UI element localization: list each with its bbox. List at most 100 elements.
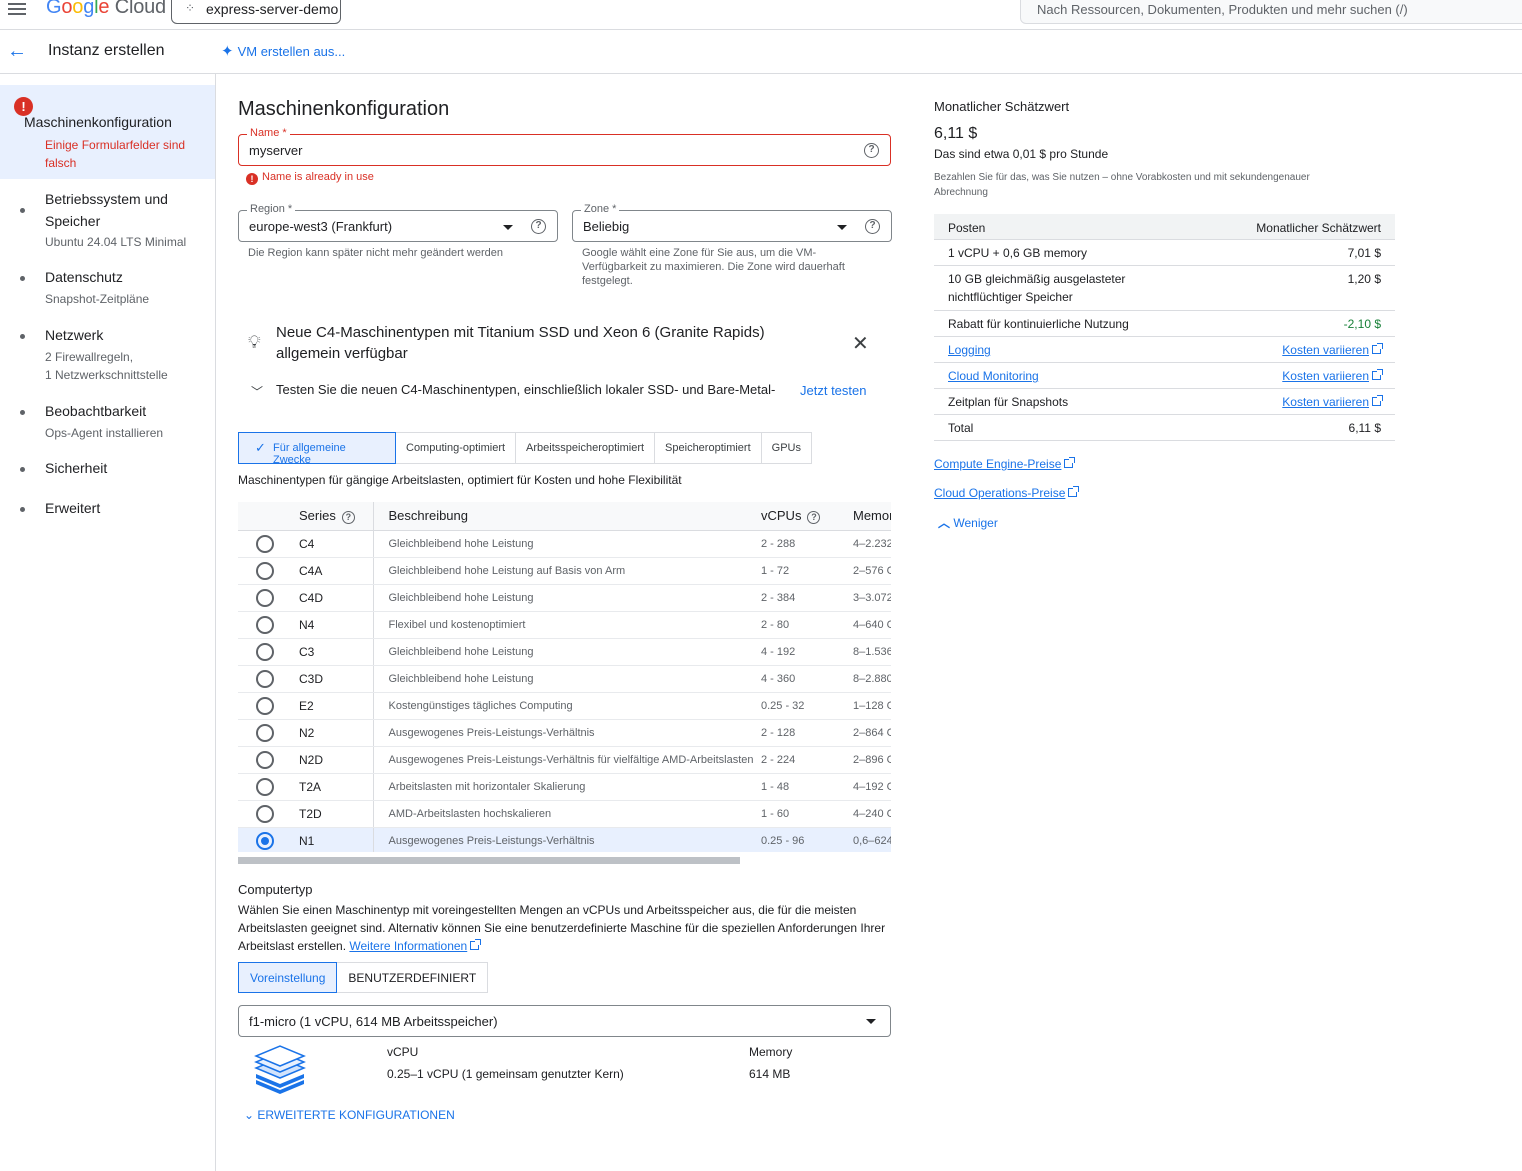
tab-general-purpose[interactable]: ✓ Für allgemeine Zwecke <box>238 432 396 466</box>
help-icon[interactable]: ? <box>341 510 355 524</box>
estimate-row: 1 vCPU + 0,6 GB memory 7,01 $ <box>934 240 1395 266</box>
custom-button[interactable]: BENUTZERDEFINIERT <box>337 962 489 993</box>
table-row[interactable]: C3D Gleichbleibend hohe Leistung 4 - 360 8–… <box>238 665 891 693</box>
zone-value: Beliebig <box>583 219 630 234</box>
radio-cell[interactable] <box>238 692 288 720</box>
chevron-down-icon: ⌄ <box>244 1108 258 1122</box>
table-row[interactable]: N2D Ausgewogenes Preis-Leistungs-Verhältn… <box>238 746 891 774</box>
table-row[interactable]: N1 Ausgewogenes Preis-Leistungs-Verhältni… <box>238 827 891 852</box>
costs-vary-link[interactable]: Kosten variieren <box>1282 367 1383 385</box>
help-icon[interactable]: ? <box>864 143 879 158</box>
table-row[interactable]: T2A Arbeitslasten mit horizontaler Skalie… <box>238 773 891 801</box>
series-cell: N4 <box>288 611 374 639</box>
memory-cell: 8–1.536 GB <box>853 638 891 666</box>
machine-type-select[interactable]: f1-micro (1 vCPU, 614 MB Arbeitsspeicher… <box>238 1005 891 1037</box>
tab-memory-optimized[interactable]: Arbeitsspeicheroptimiert <box>516 432 656 464</box>
memory-column-header: Memory <box>853 502 891 531</box>
series-radio[interactable] <box>256 534 274 553</box>
show-less-label: Weniger <box>953 516 998 530</box>
series-cell: N1 <box>288 827 374 852</box>
nav-item-machine-config[interactable]: ! Maschinenkonfiguration Einige Formular… <box>0 85 215 179</box>
radio-cell[interactable] <box>238 773 288 801</box>
back-arrow-icon[interactable]: ← <box>7 40 27 63</box>
nav-item-label: Betriebssystem und Speicher <box>45 191 168 229</box>
table-row[interactable]: C4 Gleichbleibend hohe Leistung 2 - 288 4–2… <box>238 530 891 558</box>
costs-vary-link[interactable]: Kosten variieren <box>1282 341 1383 359</box>
table-row[interactable]: C4D Gleichbleibend hohe Leistung 2 - 384 3–… <box>238 584 891 612</box>
nav-item-security[interactable]: Sicherheit <box>0 457 215 479</box>
radio-cell[interactable] <box>238 719 288 747</box>
series-radio[interactable] <box>256 642 274 661</box>
google-cloud-logo[interactable]: Google Cloud <box>46 0 166 19</box>
series-radio[interactable] <box>256 777 274 796</box>
description-cell: Gleichbleibend hohe Leistung <box>373 665 761 693</box>
computer-type-description: Wählen Sie einen Maschinentyp mit vorein… <box>238 901 893 955</box>
series-radio[interactable] <box>256 723 274 742</box>
nav-item-data-protection[interactable]: Datenschutz Snapshot-Zeitpläne <box>0 266 215 310</box>
tab-compute-optimized[interactable]: Computing-optimiert <box>396 432 517 464</box>
more-info-link[interactable]: Weitere Informationen <box>349 939 482 953</box>
zone-select[interactable]: Zone * Beliebig ? <box>572 203 892 242</box>
help-icon[interactable]: ? <box>531 219 546 234</box>
preset-button[interactable]: Voreinstellung <box>238 962 338 993</box>
show-less-button[interactable]: ︿ Weniger <box>938 514 998 531</box>
nav-item-network[interactable]: Netzwerk 2 Firewallregeln, 1 Netzwerksch… <box>0 324 215 384</box>
region-value: europe-west3 (Frankfurt) <box>249 219 393 234</box>
nav-item-advanced[interactable]: Erweitert <box>0 497 215 519</box>
sparkle-icon: ✦ <box>221 43 234 60</box>
search-input[interactable]: Nach Ressourcen, Dokumenten, Produkten u… <box>1020 0 1522 24</box>
nav-item-error-text: Einige Formularfelder sind falsch <box>45 138 186 170</box>
create-vm-from-button[interactable]: ✦ VM erstellen aus... <box>221 42 345 60</box>
series-radio[interactable] <box>256 696 274 715</box>
name-field[interactable]: Name * myserver ? <box>238 127 891 166</box>
radio-cell[interactable] <box>238 611 288 639</box>
external-link-icon <box>1068 486 1080 497</box>
series-radio[interactable] <box>256 669 274 688</box>
logging-link[interactable]: Logging <box>948 341 1188 359</box>
table-row[interactable]: N2 Ausgewogenes Preis-Leistungs-Verhältni… <box>238 719 891 747</box>
table-row[interactable]: C4A Gleichbleibend hohe Leistung auf Basi… <box>238 557 891 585</box>
costs-vary-link[interactable]: Kosten variieren <box>1282 393 1383 411</box>
vcpus-cell: 4 - 360 <box>761 665 853 693</box>
help-icon[interactable]: ? <box>865 219 880 234</box>
advanced-config-toggle[interactable]: ⌄ ERWEITERTE KONFIGURATIONEN <box>244 1108 455 1122</box>
horizontal-scrollbar[interactable] <box>238 857 740 864</box>
series-radio[interactable] <box>256 561 274 580</box>
menu-icon[interactable] <box>8 3 26 17</box>
radio-cell[interactable] <box>238 827 288 852</box>
memory-cell: 4–2.232 GB <box>853 530 891 558</box>
region-select[interactable]: Region * europe-west3 (Frankfurt) ? <box>238 203 558 242</box>
radio-cell[interactable] <box>238 638 288 666</box>
chevron-down-icon[interactable]: ﹀ <box>251 383 263 400</box>
series-radio[interactable] <box>256 615 274 634</box>
item-header: Posten <box>948 221 986 235</box>
radio-cell[interactable] <box>238 557 288 585</box>
try-now-link[interactable]: Jetzt testen <box>800 383 866 398</box>
table-row[interactable]: T2D AMD-Arbeitslasten hochskalieren 1 - 60… <box>238 800 891 828</box>
help-icon[interactable]: ? <box>807 510 821 524</box>
nav-item-observability[interactable]: Beobachtbarkeit Ops-Agent installieren <box>0 400 215 444</box>
table-row[interactable]: E2 Kostengünstiges tägliches Computing 0.2… <box>238 692 891 720</box>
banner-text: Testen Sie die neuen C4-Maschinentypen, … <box>276 382 776 397</box>
tab-storage-optimized[interactable]: Speicheroptimiert <box>655 432 762 464</box>
radio-cell[interactable] <box>238 584 288 612</box>
cloud-monitoring-link[interactable]: Cloud Monitoring <box>948 367 1188 385</box>
radio-cell[interactable] <box>238 800 288 828</box>
series-radio[interactable] <box>256 831 274 850</box>
region-label: Region * <box>247 203 296 215</box>
cloud-operations-pricing-link[interactable]: Cloud Operations-Preise <box>934 486 1080 500</box>
tab-gpus[interactable]: GPUs <box>761 432 812 464</box>
radio-cell[interactable] <box>238 746 288 774</box>
table-row[interactable]: C3 Gleichbleibend hohe Leistung 4 - 192 8–1… <box>238 638 891 666</box>
series-radio[interactable] <box>256 804 274 823</box>
radio-cell[interactable] <box>238 665 288 693</box>
series-radio[interactable] <box>256 750 274 769</box>
table-row[interactable]: N4 Flexibel und kostenoptimiert 2 - 80 4–64… <box>238 611 891 639</box>
nav-item-os-storage[interactable]: Betriebssystem und Speicher Ubuntu 24.04… <box>0 188 215 254</box>
close-icon[interactable]: ✕ <box>852 331 869 356</box>
create-vm-from-label: VM erstellen aus... <box>237 44 346 59</box>
compute-engine-pricing-link[interactable]: Compute Engine-Preise <box>934 457 1076 471</box>
series-radio[interactable] <box>256 588 274 607</box>
radio-cell[interactable] <box>238 530 288 558</box>
project-picker[interactable]: ⁘ express-server-demo <box>171 0 341 24</box>
